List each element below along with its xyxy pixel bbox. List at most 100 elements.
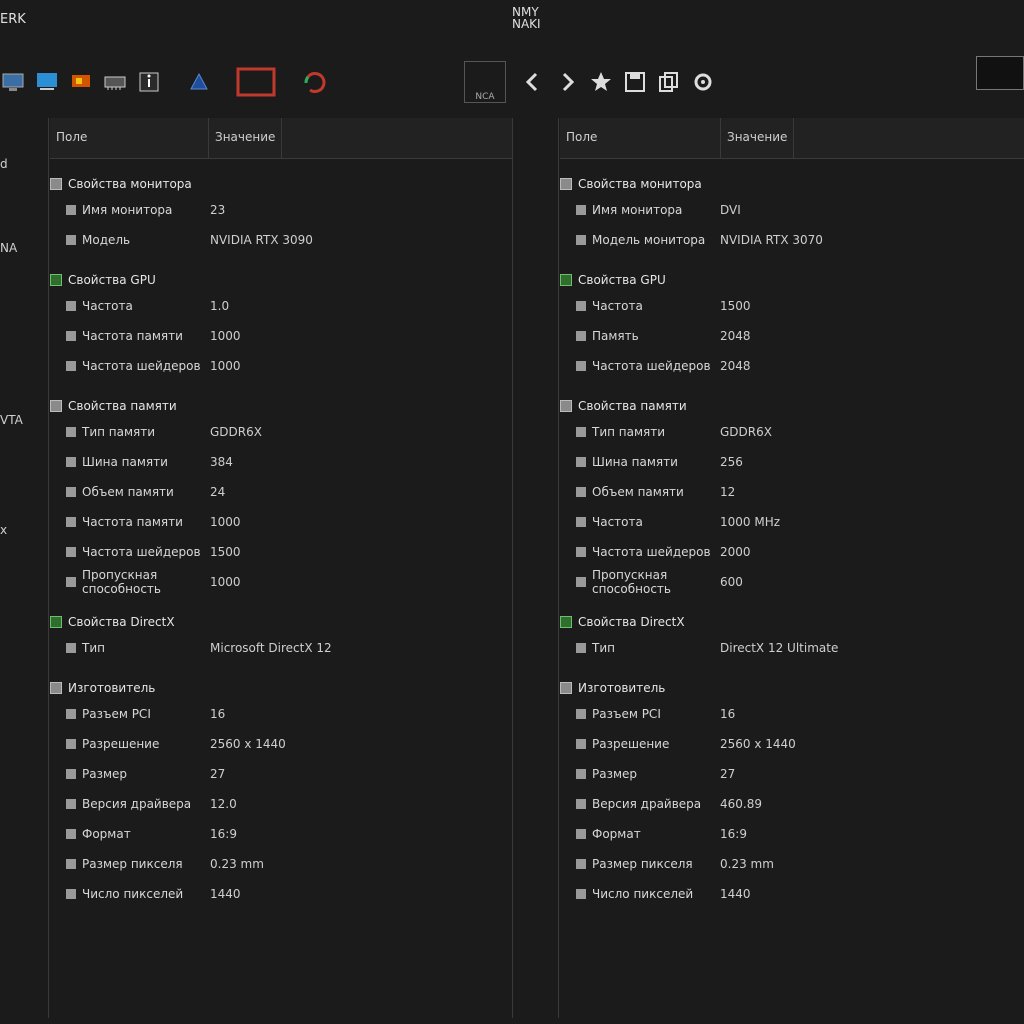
property-row[interactable]: Пропускная способность 600 (560, 567, 1024, 597)
section-title[interactable]: Свойства монитора (50, 173, 512, 195)
section-title[interactable]: Свойства монитора (560, 173, 1024, 195)
property-row[interactable]: Размер 27 (560, 759, 1024, 789)
column-value[interactable]: Значение (721, 118, 795, 158)
section-icon (560, 682, 572, 694)
property-row[interactable]: Формат 16:9 (560, 819, 1024, 849)
selected-tool-button[interactable]: NCA (464, 61, 506, 103)
refresh-icon[interactable] (302, 67, 328, 97)
property-row[interactable]: Размер 27 (50, 759, 512, 789)
property-value: 0.23 mm (210, 857, 264, 871)
property-name: Тип (560, 641, 712, 655)
divider (512, 118, 513, 1018)
property-row[interactable]: Частота 1500 (560, 291, 1024, 321)
computer-icon[interactable] (0, 67, 26, 97)
property-row[interactable]: Число пикселей 1440 (560, 879, 1024, 909)
property-row[interactable]: Разрешение 2560 x 1440 (560, 729, 1024, 759)
property-value: 0.23 mm (720, 857, 774, 871)
property-icon (66, 769, 76, 779)
display-icon[interactable] (34, 67, 60, 97)
property-name: Разъем PCI (50, 707, 202, 721)
property-row[interactable]: Формат 16:9 (50, 819, 512, 849)
column-header: Поле Значение (560, 118, 1024, 159)
property-row[interactable]: Размер пикселя 0.23 mm (50, 849, 512, 879)
save-icon[interactable] (622, 67, 648, 97)
property-icon (66, 547, 76, 557)
property-name: Частота шейдеров (560, 359, 712, 373)
property-value: 256 (720, 455, 743, 469)
column-field[interactable]: Поле (560, 118, 721, 158)
sidebar-fragment[interactable]: d (0, 158, 8, 171)
section-title[interactable]: Свойства DirectX (560, 611, 1024, 633)
property-row[interactable]: Тип DirectX 12 Ultimate (560, 633, 1024, 663)
property-row[interactable]: Объем памяти 24 (50, 477, 512, 507)
property-value: 12.0 (210, 797, 237, 811)
property-row[interactable]: Тип памяти GDDR6X (50, 417, 512, 447)
left-details-panel: Поле Значение Свойства монитора Имя монит… (50, 118, 512, 909)
property-row[interactable]: Имя монитора 23 (50, 195, 512, 225)
property-row[interactable]: Частота 1.0 (50, 291, 512, 321)
section: Свойства DirectX Тип Microsoft DirectX 12 (50, 611, 512, 663)
section-title[interactable]: Свойства GPU (560, 269, 1024, 291)
property-value: 16 (720, 707, 736, 721)
arrow-left-icon[interactable] (520, 67, 546, 97)
window-icon[interactable] (236, 67, 276, 97)
section-title[interactable]: Свойства DirectX (50, 611, 512, 633)
settings-icon[interactable] (690, 67, 716, 97)
property-value: 2000 (720, 545, 751, 559)
property-value: 16:9 (210, 827, 237, 841)
property-row[interactable]: Частота шейдеров 1500 (50, 537, 512, 567)
property-row[interactable]: Имя монитора DVI (560, 195, 1024, 225)
property-icon (576, 331, 586, 341)
info-icon[interactable] (136, 67, 162, 97)
star-icon[interactable] (588, 67, 614, 97)
divider (558, 118, 559, 1018)
property-row[interactable]: Число пикселей 1440 (50, 879, 512, 909)
section-title[interactable]: Изготовитель (50, 677, 512, 699)
property-row[interactable]: Модель монитора NVIDIA RTX 3070 (560, 225, 1024, 255)
property-name: Пропускная способность (50, 568, 202, 596)
property-row[interactable]: Частота шейдеров 1000 (50, 351, 512, 381)
sidebar-fragment[interactable]: x (0, 524, 7, 537)
property-row[interactable]: Частота 1000 MHz (560, 507, 1024, 537)
property-icon (66, 709, 76, 719)
property-row[interactable]: Шина памяти 384 (50, 447, 512, 477)
property-name: Частота шейдеров (560, 545, 712, 559)
section-title[interactable]: Свойства памяти (50, 395, 512, 417)
property-row[interactable]: Разъем PCI 16 (50, 699, 512, 729)
property-name: Частота шейдеров (50, 359, 202, 373)
copy-icon[interactable] (656, 67, 682, 97)
property-row[interactable]: Объем памяти 12 (560, 477, 1024, 507)
property-row[interactable]: Разрешение 2560 x 1440 (50, 729, 512, 759)
property-name: Версия драйвера (560, 797, 712, 811)
property-icon (576, 517, 586, 527)
section-title[interactable]: Свойства GPU (50, 269, 512, 291)
column-value[interactable]: Значение (209, 118, 283, 158)
section-title[interactable]: Свойства памяти (560, 395, 1024, 417)
property-row[interactable]: Шина памяти 256 (560, 447, 1024, 477)
property-row[interactable]: Пропускная способность 1000 (50, 567, 512, 597)
property-name: Формат (50, 827, 202, 841)
column-field[interactable]: Поле (50, 118, 209, 158)
gpu-icon[interactable] (68, 67, 94, 97)
chip-icon[interactable] (186, 67, 212, 97)
property-row[interactable]: Разъем PCI 16 (560, 699, 1024, 729)
sidebar-fragment[interactable]: VTA (0, 414, 23, 427)
property-row[interactable]: Размер пикселя 0.23 mm (560, 849, 1024, 879)
arrow-right-icon[interactable] (554, 67, 580, 97)
property-row[interactable]: Версия драйвера 460.89 (560, 789, 1024, 819)
memory-icon[interactable] (102, 67, 128, 97)
property-row[interactable]: Память 2048 (560, 321, 1024, 351)
section-title[interactable]: Изготовитель (560, 677, 1024, 699)
property-row[interactable]: Модель NVIDIA RTX 3090 (50, 225, 512, 255)
property-row[interactable]: Частота шейдеров 2048 (560, 351, 1024, 381)
property-row[interactable]: Частота шейдеров 2000 (560, 537, 1024, 567)
property-row[interactable]: Частота памяти 1000 (50, 507, 512, 537)
property-row[interactable]: Тип памяти GDDR6X (560, 417, 1024, 447)
property-icon (66, 457, 76, 467)
search-input[interactable] (976, 56, 1024, 90)
property-name: Разъем PCI (560, 707, 712, 721)
property-row[interactable]: Версия драйвера 12.0 (50, 789, 512, 819)
property-row[interactable]: Частота памяти 1000 (50, 321, 512, 351)
sidebar-fragment[interactable]: NA (0, 242, 17, 255)
property-row[interactable]: Тип Microsoft DirectX 12 (50, 633, 512, 663)
